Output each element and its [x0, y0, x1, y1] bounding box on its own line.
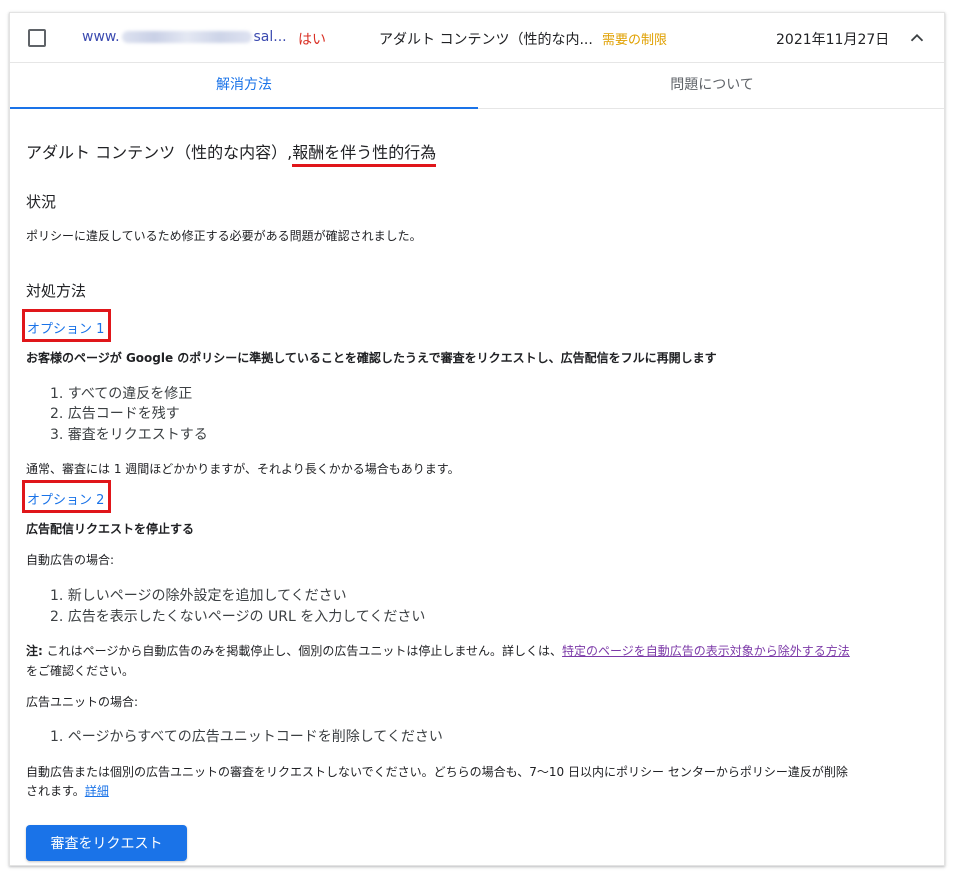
- details-link[interactable]: 詳細: [85, 784, 109, 798]
- final-text-line1: 自動広告または個別の広告ユニットの審査をリクエストしないでください。どちらの場合…: [26, 765, 848, 779]
- note-end: をご確認ください。: [26, 664, 135, 678]
- ad-units-label: 広告ユニットの場合:: [26, 695, 139, 709]
- option1-title: お客様のページが Google のポリシーに準拠していることを確認したうえで審査…: [26, 351, 717, 365]
- url-prefix: www.: [82, 29, 120, 45]
- redacted-url-blur: [121, 31, 252, 43]
- situation-text: ポリシーに違反しているため修正する必要がある問題が確認されました。: [26, 229, 422, 243]
- policy-name: アダルト コンテンツ（性的な内...: [379, 32, 593, 48]
- tab-bar: 解消方法 問題について: [10, 63, 944, 109]
- note-text: これはページから自動広告のみを掲載停止し、個別の広告ユニットは停止しません。詳し…: [42, 644, 563, 658]
- ad-units-step: 1. ページからすべての広告ユニットコードを削除してください: [50, 729, 443, 745]
- url-suffix: sal...: [253, 29, 287, 45]
- request-review-button[interactable]: 審査をリクエスト: [26, 825, 187, 861]
- tab-resolve[interactable]: 解消方法: [10, 63, 478, 109]
- auto-ads-note: 注: これはページから自動広告のみを掲載停止し、個別の広告ユニットは停止しません…: [26, 642, 850, 659]
- page-url[interactable]: www. sal...: [82, 29, 287, 45]
- heading-main: アダルト コンテンツ（性的な内容）,: [26, 143, 293, 162]
- option1-note: 通常、審査には 1 週間ほどかかりますが、それより長くかかる場合もあります。: [26, 462, 460, 476]
- detected-date: 2021年11月27日: [776, 32, 890, 48]
- chevron-up-icon[interactable]: [906, 27, 928, 49]
- auto-ads-step: 1. 新しいページの除外設定を追加してください: [50, 588, 347, 604]
- status-badge: 需要の制限: [602, 33, 668, 48]
- auto-ads-step: 2. 広告を表示したくないページの URL を入力してください: [50, 609, 426, 625]
- option2-label: オプション 2: [27, 493, 105, 508]
- option1-step: 3. 審査をリクエストする: [50, 427, 208, 443]
- note-prefix: 注:: [26, 644, 43, 658]
- final-text-end: されます。: [26, 784, 85, 798]
- option2-title: 広告配信リクエストを停止する: [26, 522, 195, 536]
- row-checkbox[interactable]: [28, 29, 46, 47]
- final-text-line2: されます。詳細: [26, 782, 109, 799]
- auto-ads-label: 自動広告の場合:: [26, 553, 115, 567]
- policy-applied-value: はい: [298, 32, 326, 48]
- policy-heading: アダルト コンテンツ（性的な内容）,報酬を伴う性的行為: [26, 139, 437, 167]
- situation-title: 状況: [26, 193, 57, 211]
- issue-row[interactable]: www. sal... はい アダルト コンテンツ（性的な内... 需要の制限 2…: [10, 13, 944, 63]
- howto-title: 対処方法: [26, 282, 87, 300]
- policy-issue-card: www. sal... はい アダルト コンテンツ（性的な内... 需要の制限 2…: [9, 12, 945, 866]
- heading-highlight: 報酬を伴う性的行為: [292, 143, 437, 167]
- tab-about[interactable]: 問題について: [478, 63, 946, 109]
- option1-label: オプション 1: [27, 322, 105, 337]
- exclude-pages-link[interactable]: 特定のページを自動広告の表示対象から除外する方法: [562, 644, 850, 658]
- option1-step: 1. すべての違反を修正: [50, 386, 193, 402]
- option1-step: 2. 広告コードを残す: [50, 406, 180, 422]
